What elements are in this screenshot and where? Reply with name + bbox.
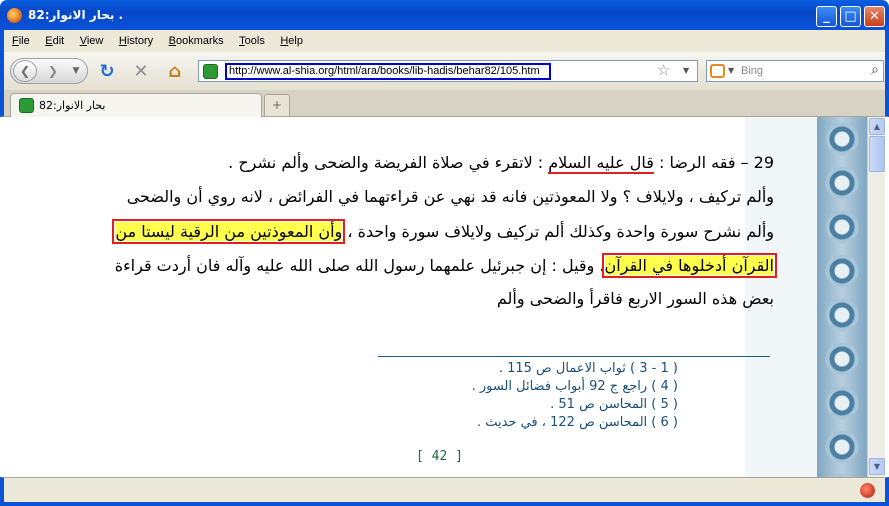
maximize-button[interactable]: □ xyxy=(840,6,861,27)
addon-status-icon[interactable] xyxy=(860,483,875,498)
text-segment: وألم نشرح سورة واحدة وكذلك ألم تركيف ولا… xyxy=(342,222,774,241)
vertical-scrollbar[interactable]: ▲ ▼ xyxy=(867,117,885,477)
footnote: ( 1 - 3 ) ثواب الاعمال ص 115 . xyxy=(498,361,678,376)
menu-bar: File Edit View History Bookmarks Tools H… xyxy=(0,30,889,52)
menu-bookmarks[interactable]: Bookmarks xyxy=(169,30,224,52)
back-forward-group: ❮ ❯ ▼ xyxy=(10,58,88,84)
search-icon[interactable]: ⌕ xyxy=(871,62,879,78)
tab-label: بحار الانوار:82 xyxy=(39,99,106,112)
home-icon[interactable]: ⌂ xyxy=(164,61,186,83)
close-button[interactable]: ✕ xyxy=(864,6,885,27)
menu-view[interactable]: View xyxy=(80,30,104,52)
decorative-tile-strip xyxy=(817,117,867,477)
footnote: ( 6 ) المحاسن ص 122 ، في حديث . xyxy=(476,415,678,430)
tab-behar[interactable]: بحار الانوار:82 xyxy=(10,93,262,117)
site-favicon-icon xyxy=(19,98,34,113)
page-number: [ 42 ] xyxy=(416,449,463,464)
tab-strip: بحار الانوار:82 + xyxy=(0,90,889,117)
status-bar xyxy=(0,477,889,506)
history-dropdown-icon[interactable]: ▼ xyxy=(69,63,83,79)
url-bar[interactable]: http://www.al-shia.org/html/ara/books/li… xyxy=(198,60,698,82)
text-line: وألم تركيف ، ولايلاف ؟ ولا المعوذتين فان… xyxy=(127,187,774,206)
text-segment: 29 – فقه الرضا : xyxy=(653,153,774,172)
url-dropdown-icon[interactable]: ▼ xyxy=(683,66,689,75)
search-engine-icon[interactable] xyxy=(710,64,725,78)
navigation-toolbar: ❮ ❯ ▼ ↻ ✕ ⌂ http://www.al-shia.org/html/… xyxy=(0,52,889,90)
engine-dropdown-icon[interactable]: ▼ xyxy=(728,66,734,75)
text-segment: : لاتقرء في صلاة الفريضة والضحى وألم نشر… xyxy=(228,153,549,172)
menu-history[interactable]: History xyxy=(119,30,153,52)
minimize-button[interactable]: _ xyxy=(816,6,837,27)
text-line: 29 – فقه الرضا : قال عليه السلام : لاتقر… xyxy=(228,153,774,174)
scroll-up-icon[interactable]: ▲ xyxy=(869,118,885,135)
menu-help[interactable]: Help xyxy=(280,30,303,52)
window-title: بحار الانوار:82 . xyxy=(28,8,124,22)
menu-file[interactable]: File xyxy=(12,30,30,52)
underlined-phrase: قال عليه السلام xyxy=(548,153,654,174)
search-bar[interactable]: ▼ Bing ⌕ xyxy=(706,60,884,82)
scroll-thumb[interactable] xyxy=(869,136,885,172)
text-line: القرآن أدخلوها في القرآن، وقيل : إن جبرئ… xyxy=(114,253,778,278)
back-icon[interactable]: ❮ xyxy=(13,60,37,82)
text-segment: بعض هذه السور الاربع فاقرأ والضحى وألم xyxy=(496,289,774,308)
forward-icon[interactable]: ❯ xyxy=(43,62,63,80)
highlighted-phrase: وأن المعوذتين من الرقية ليستا من xyxy=(112,219,346,244)
bookmark-star-icon[interactable]: ☆ xyxy=(657,61,670,79)
title-bar: بحار الانوار:82 . _ □ ✕ xyxy=(0,0,889,30)
text-line: وألم نشرح سورة واحدة وكذلك ألم تركيف ولا… xyxy=(112,219,774,244)
text-segment: وألم تركيف ، ولايلاف ؟ ولا المعوذتين فان… xyxy=(126,187,774,206)
text-segment: ، وقيل : إن جبرئيل علمهما رسول الله صلى … xyxy=(114,256,605,275)
scroll-down-icon[interactable]: ▼ xyxy=(869,458,885,475)
search-input[interactable]: Bing xyxy=(741,65,763,77)
page-content: 29 – فقه الرضا : قال عليه السلام : لاتقر… xyxy=(4,117,867,477)
reload-icon[interactable]: ↻ xyxy=(96,61,118,83)
stop-icon[interactable]: ✕ xyxy=(130,61,152,83)
url-input[interactable]: http://www.al-shia.org/html/ara/books/li… xyxy=(225,63,551,80)
hadith-text: 29 – فقه الرضا : قال عليه السلام : لاتقر… xyxy=(4,117,778,477)
footnote: ( 5 ) المحاسن ص 51 . xyxy=(550,397,678,412)
site-identity-icon[interactable] xyxy=(203,64,218,79)
menu-edit[interactable]: Edit xyxy=(45,30,64,52)
new-tab-button[interactable]: + xyxy=(264,94,290,116)
footnote-divider xyxy=(378,356,770,357)
menu-tools[interactable]: Tools xyxy=(239,30,265,52)
footnote: ( 4 ) راجع ج 92 أبواب فضائل السور . xyxy=(471,379,678,394)
highlighted-phrase: القرآن أدخلوها في القرآن xyxy=(601,253,778,278)
firefox-icon xyxy=(7,8,22,23)
text-line: بعض هذه السور الاربع فاقرأ والضحى وألم xyxy=(497,289,774,308)
